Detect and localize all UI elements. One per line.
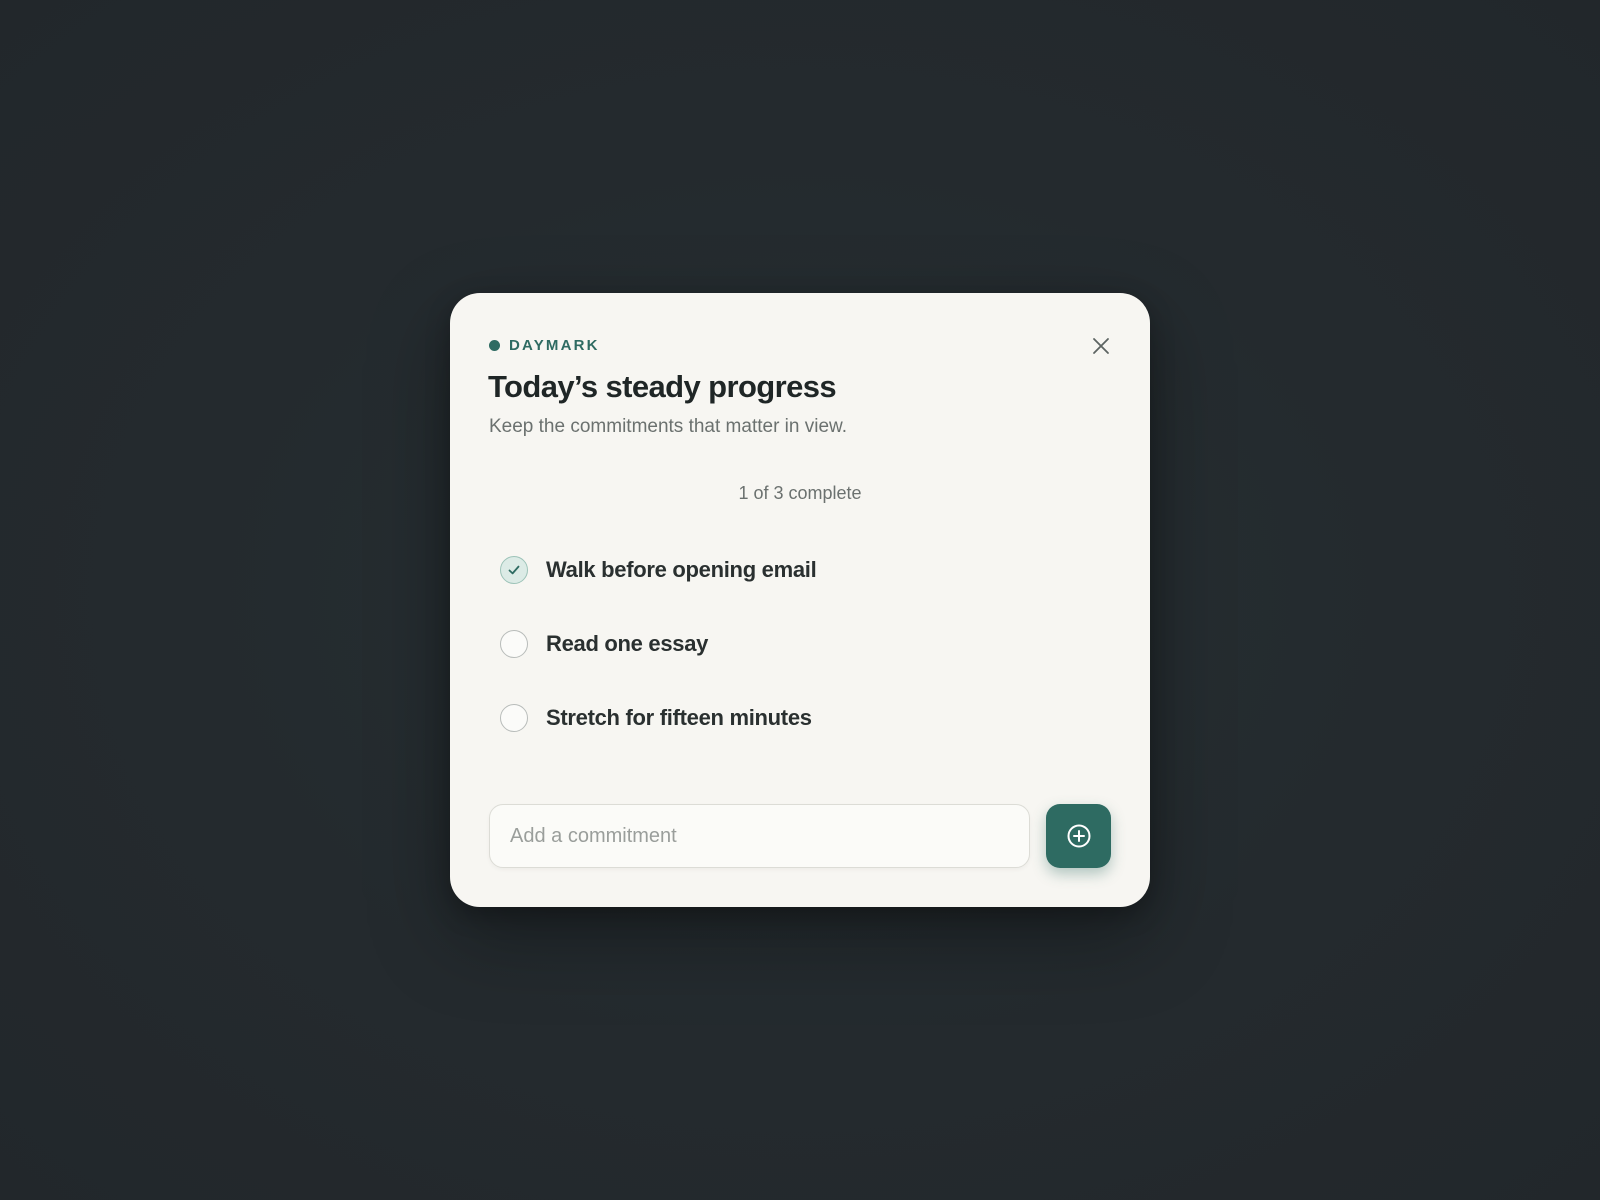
task-label: Stretch for fifteen minutes <box>546 705 812 730</box>
plus-circle-icon <box>1067 824 1090 848</box>
task-label: Walk before opening email <box>546 557 817 582</box>
brand-name: DAYMARK <box>509 337 600 354</box>
commitments-modal: DAYMARK Today’s steady progress Keep the… <box>450 293 1150 907</box>
task-label: Read one essay <box>546 631 709 656</box>
brand: DAYMARK <box>489 337 600 354</box>
task-item[interactable]: Stretch for fifteen minutes <box>500 681 816 755</box>
check-icon <box>508 565 520 575</box>
task-checkbox[interactable] <box>500 704 528 732</box>
add-commitment-input[interactable] <box>489 804 1030 868</box>
close-button[interactable] <box>1088 333 1114 359</box>
task-checkbox-checked[interactable] <box>500 556 528 584</box>
task-list: Walk before opening email Read one essay… <box>500 533 817 755</box>
page-title: Today’s steady progress <box>488 369 837 404</box>
add-commitment-button[interactable] <box>1046 804 1111 868</box>
task-item[interactable]: Walk before opening email <box>500 533 817 607</box>
progress-status: 1 of 3 complete <box>738 483 862 503</box>
page-subtitle: Keep the commitments that matter in view… <box>489 416 847 437</box>
task-item[interactable]: Read one essay <box>500 607 816 681</box>
task-checkbox[interactable] <box>500 630 528 658</box>
close-icon <box>1093 338 1109 354</box>
brand-dot-icon <box>489 340 500 351</box>
